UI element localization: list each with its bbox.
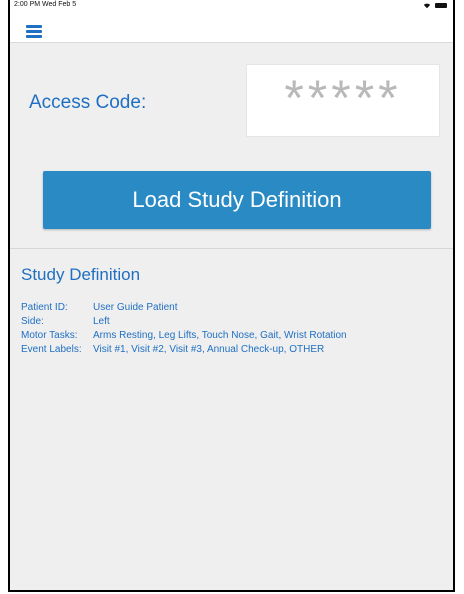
- divider: [10, 248, 453, 249]
- study-row-value: Arms Resting, Leg Lifts, Touch Nose, Gai…: [93, 330, 347, 341]
- study-definition-list: Patient ID: User Guide Patient Side: Lef…: [21, 301, 347, 357]
- access-code-value: *****: [284, 70, 402, 126]
- battery-icon: [435, 2, 447, 8]
- study-row-key: Side:: [21, 316, 44, 327]
- study-row-value: Visit #1, Visit #2, Visit #3, Annual Che…: [93, 344, 325, 355]
- study-row-key: Motor Tasks:: [21, 330, 78, 341]
- study-row-motor-tasks: Motor Tasks: Arms Resting, Leg Lifts, To…: [21, 329, 347, 343]
- study-row-event-labels: Event Labels: Visit #1, Visit #2, Visit …: [21, 343, 347, 357]
- top-bar: 2:00 PM Wed Feb 5: [10, 0, 453, 43]
- status-time: 2:00 PM Wed Feb 5: [14, 1, 77, 8]
- access-code-field[interactable]: *****: [246, 64, 440, 137]
- study-row-value: Left: [93, 316, 110, 327]
- study-row-value: User Guide Patient: [93, 302, 178, 313]
- status-icons: [423, 1, 447, 9]
- study-row-key: Patient ID:: [21, 302, 68, 313]
- hamburger-menu-icon[interactable]: [26, 22, 44, 38]
- study-row-key: Event Labels:: [21, 344, 82, 355]
- wifi-icon: [423, 3, 431, 8]
- study-definition-title: Study Definition: [21, 265, 141, 284]
- app-screen: 2:00 PM Wed Feb 5 Access Code: ***** Loa…: [8, 0, 455, 592]
- study-row-patient-id: Patient ID: User Guide Patient: [21, 301, 347, 315]
- load-study-definition-button[interactable]: Load Study Definition: [43, 171, 431, 229]
- study-row-side: Side: Left: [21, 315, 347, 329]
- access-code-label: Access Code:: [29, 92, 147, 113]
